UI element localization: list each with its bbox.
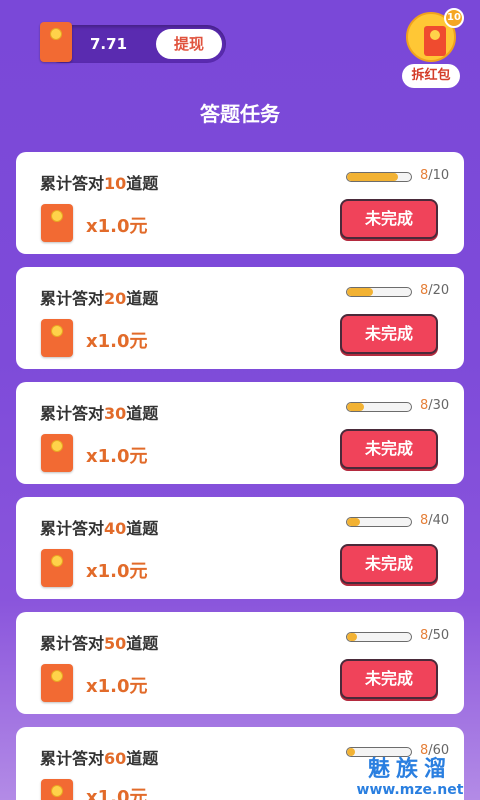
- progress-bar: [346, 402, 412, 412]
- progress-count: 8/60: [420, 743, 450, 758]
- reward-amount: x1.0元: [86, 561, 148, 582]
- reward-amount: x1.0元: [86, 446, 148, 467]
- task-card: 累计答对30道题 8/30 x1.0元 未完成: [16, 382, 464, 484]
- task-card: 累计答对20道题 8/20 x1.0元 未完成: [16, 267, 464, 369]
- task-title: 累计答对10道题: [40, 174, 159, 193]
- task-status-button[interactable]: 未完成: [340, 429, 438, 469]
- redpacket-count-badge: 10: [444, 8, 464, 28]
- progress-count: 8/10: [420, 168, 450, 183]
- task-status-button[interactable]: 未完成: [340, 544, 438, 584]
- task-title: 累计答对40道题: [40, 519, 159, 538]
- task-card: 累计答对40道题 8/40 x1.0元 未完成: [16, 497, 464, 599]
- page-title: 答题任务: [200, 102, 280, 126]
- progress-bar: [346, 632, 412, 642]
- task-status-button[interactable]: 未完成: [340, 314, 438, 354]
- progress-bar: [346, 287, 412, 297]
- red-envelope-icon: [41, 319, 73, 357]
- open-redpacket-button[interactable]: 10 拆红包: [402, 8, 464, 88]
- red-envelope-icon: [41, 664, 73, 702]
- task-card: 累计答对50道题 8/50 x1.0元 未完成: [16, 612, 464, 714]
- red-envelope-icon: [41, 434, 73, 472]
- task-status-button[interactable]: 未完成: [340, 659, 438, 699]
- progress-count: 8/30: [420, 398, 450, 413]
- task-status-button[interactable]: 未完成: [340, 199, 438, 239]
- progress-count: 8/40: [420, 513, 450, 528]
- reward-amount: x1.0元: [86, 787, 148, 800]
- reward-amount: x1.0元: [86, 331, 148, 352]
- red-envelope-icon: [40, 22, 72, 62]
- red-envelope-icon: [41, 549, 73, 587]
- task-card: 累计答对10道题 8/10 x1.0元 未完成: [16, 152, 464, 254]
- balance-bar: 7.71 提现: [40, 22, 226, 63]
- task-title: 累计答对60道题: [40, 749, 159, 768]
- progress-count: 8/50: [420, 628, 450, 643]
- task-title: 累计答对30道题: [40, 404, 159, 423]
- progress-bar: [346, 172, 412, 182]
- red-envelope-icon: [41, 204, 73, 242]
- redpacket-label: 拆红包: [402, 64, 460, 88]
- progress-bar: [346, 747, 412, 757]
- reward-amount: x1.0元: [86, 676, 148, 697]
- task-title: 累计答对50道题: [40, 634, 159, 653]
- balance-amount: 7.71: [90, 35, 128, 53]
- progress-bar: [346, 517, 412, 527]
- red-envelope-icon: [41, 779, 73, 800]
- task-title: 累计答对20道题: [40, 289, 159, 308]
- progress-count: 8/20: [420, 283, 450, 298]
- reward-amount: x1.0元: [86, 216, 148, 237]
- watermark-logo: 魅族溜 www.mze.net: [356, 757, 464, 799]
- withdraw-button[interactable]: 提现: [156, 29, 222, 59]
